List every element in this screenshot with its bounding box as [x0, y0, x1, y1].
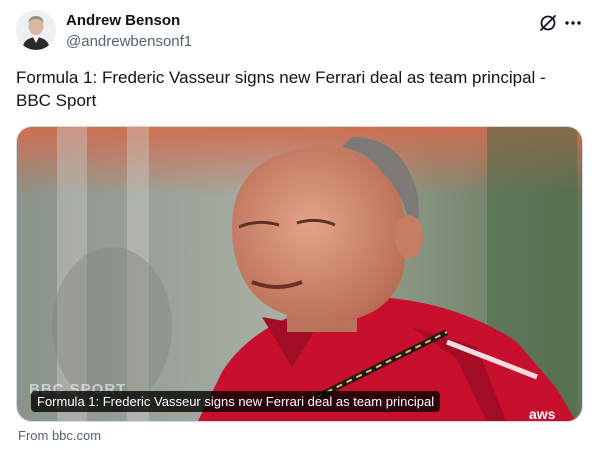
more-icon[interactable] — [562, 12, 584, 34]
grok-icon[interactable] — [537, 12, 559, 34]
card-image: aws — [17, 127, 582, 422]
svg-text:aws: aws — [529, 406, 556, 422]
tweet-header: Andrew Benson @andrewbensonf1 — [0, 0, 601, 60]
author-handle[interactable]: @andrewbensonf1 — [66, 33, 192, 50]
author-name[interactable]: Andrew Benson — [66, 12, 180, 29]
avatar[interactable] — [16, 10, 56, 50]
avatar-image — [16, 10, 56, 50]
link-card[interactable]: aws BBC SPORT Formula 1: Frederic Vasseu… — [16, 126, 583, 422]
tweet-text: Formula 1: Frederic Vasseur signs new Fe… — [16, 68, 546, 110]
card-caption: Formula 1: Frederic Vasseur signs new Fe… — [31, 391, 441, 412]
card-source[interactable]: From bbc.com — [18, 428, 101, 443]
